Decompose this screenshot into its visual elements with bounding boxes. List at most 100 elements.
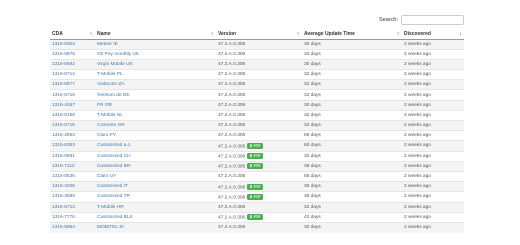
name-link[interactable]: O2 Pay monthly UK	[97, 52, 139, 57]
cda-link[interactable]: 1316-2663	[52, 133, 75, 138]
search-input[interactable]	[401, 15, 464, 25]
version-text: 47.2.A.0.306	[218, 215, 246, 221]
average-update-time-cell: 32 days	[302, 89, 402, 101]
average-update-time-cell: 39 days	[302, 160, 402, 172]
cda-link[interactable]: 1316-6714	[52, 72, 75, 77]
name-link[interactable]: Claro UY	[97, 174, 116, 179]
version-cell: 47.2.A.0.306	[216, 221, 302, 233]
table-row: 1316-5964 MOBITEL SI 47.2.A.0.306 30 days 2 …	[50, 221, 464, 233]
column-header-discovered[interactable]: Discovered ⇂	[402, 30, 464, 40]
cda-cell: 1316-6878	[50, 48, 95, 60]
average-update-time-cell: 30 days	[302, 58, 402, 70]
ftf-download-button[interactable]: ⬇ FTF	[247, 153, 263, 160]
version-text: 47.2.A.0.306	[218, 51, 246, 57]
table-row: 1316-6303 Meteor IE 47.2.A.0.306 30 days 2 w…	[50, 38, 464, 50]
column-header-label: Discovered	[404, 31, 431, 38]
name-link[interactable]: Telekom.de DE	[97, 93, 130, 98]
name-link[interactable]: Customized TR	[97, 194, 130, 199]
cda-link[interactable]: 1316-6692	[52, 62, 75, 67]
cda-cell: 1316-5881	[50, 150, 95, 162]
cda-cell: 1316-6877	[50, 79, 95, 90]
version-cell: 47.2.A.0.306	[216, 99, 302, 111]
download-icon: ⬇	[249, 193, 253, 199]
name-link[interactable]: Customized a.c.	[97, 143, 131, 148]
ftf-download-button[interactable]: ⬇ FTF	[247, 183, 263, 190]
cda-link[interactable]: 1316-6877	[52, 82, 75, 87]
sort-icon: ⇅	[296, 31, 300, 36]
cda-link[interactable]: 1316-5881	[52, 154, 75, 159]
column-header-label: CDA	[52, 31, 63, 38]
average-update-time-cell: 30 days	[302, 221, 402, 233]
cda-link[interactable]: 1316-6878	[52, 52, 75, 57]
name-link[interactable]: Cosmote GR	[97, 123, 125, 128]
version-text: 47.2.A.0.306	[218, 61, 246, 67]
cda-link[interactable]: 1316-3689	[52, 194, 75, 199]
name-link[interactable]: FR OR	[97, 103, 112, 108]
name-link[interactable]: Customized IT	[97, 184, 128, 189]
discovered-cell: 2 weeks ago	[402, 191, 464, 202]
cda-cell: 1316-3689	[50, 191, 95, 202]
cda-link[interactable]: 1316-5964	[52, 225, 75, 230]
average-update-time-cell: 33 days	[302, 48, 402, 60]
name-link[interactable]: Customized BR	[97, 164, 130, 169]
name-cell: Cosmote GR	[95, 119, 216, 131]
cda-link[interactable]: 1316-7776	[52, 215, 75, 220]
name-link[interactable]: T-Mobile NL	[97, 113, 123, 118]
average-update-time-cell: 32 days	[302, 69, 402, 80]
name-cell: Customized TR	[95, 191, 216, 202]
sort-icon: ⇅	[210, 31, 214, 36]
cda-cell: 1315-0536	[50, 170, 95, 182]
cda-link[interactable]: 1315-0536	[52, 174, 75, 179]
column-header-cda[interactable]: CDA ⇅	[50, 30, 95, 40]
download-icon: ⬇	[249, 153, 253, 159]
cda-cell: 1316-4267	[50, 99, 95, 111]
name-link[interactable]: Customized CH	[97, 154, 131, 159]
cda-cell: 1316-7112	[50, 160, 95, 172]
ftf-download-button[interactable]: ⬇ FTF	[247, 163, 263, 170]
column-header-name[interactable]: Name ⇅	[95, 30, 216, 40]
version-cell: 47.2.A.0.306	[216, 119, 302, 131]
ftf-download-button[interactable]: ⬇ FTF	[247, 193, 263, 200]
ftf-badge-label: FTF	[253, 184, 261, 189]
ftf-download-button[interactable]: ⬇ FTF	[247, 214, 263, 221]
version-text: 47.2.A.0.306	[218, 41, 246, 47]
cda-link[interactable]: 1316-6715	[52, 123, 75, 128]
cda-link[interactable]: 1316-6713	[52, 205, 75, 210]
sort-icon: ⇅	[396, 31, 400, 36]
name-cell: Claro PY	[95, 130, 216, 141]
version-text: 47.2.A.0.306	[218, 174, 246, 180]
name-link[interactable]: Vodacom ZA	[97, 82, 124, 87]
name-link[interactable]: Virgin Mobile UK	[97, 62, 133, 67]
table-row: 1316-6692 Virgin Mobile UK 47.2.A.0.306 30 …	[50, 58, 464, 70]
cda-link[interactable]: 1316-6363	[52, 143, 75, 148]
version-cell: 47.2.A.0.306	[216, 170, 302, 182]
average-update-time-cell: 55 days	[302, 170, 402, 182]
name-link[interactable]: Customized BLX	[97, 215, 133, 220]
name-link[interactable]: Meteor IE	[97, 42, 118, 47]
name-link[interactable]: T-Mobile HR	[97, 205, 124, 210]
cda-link[interactable]: 1316-6303	[52, 42, 75, 47]
cda-link[interactable]: 1316-4206	[52, 184, 75, 189]
average-update-time-cell: 30 days	[302, 99, 402, 111]
average-update-time-cell: 32 days	[302, 119, 402, 131]
version-cell: 47.2.A.0.306	[216, 58, 302, 70]
column-header-label: Average Update Time	[304, 31, 355, 38]
cda-link[interactable]: 1316-4267	[52, 103, 75, 108]
cda-link[interactable]: 1316-7112	[52, 164, 75, 169]
column-header-average-update-time[interactable]: Average Update Time ⇅	[302, 30, 402, 40]
version-cell: 47.2.A.0.306 ⬇ FTF	[216, 150, 302, 162]
table-header-row: CDA ⇅ Name ⇅ Version ⇅ Average Update Time ⇅…	[50, 30, 464, 40]
version-text: 47.2.A.0.306	[218, 102, 246, 108]
cda-link[interactable]: 1316-6158	[52, 113, 75, 118]
discovered-cell: 2 weeks ago	[402, 150, 464, 162]
name-link[interactable]: MOBITEL SI	[97, 225, 124, 230]
name-link[interactable]: T-Mobile PL	[97, 72, 123, 77]
name-link[interactable]: Claro PY	[97, 133, 116, 138]
download-icon: ⬇	[249, 163, 253, 169]
table-row: 1316-3689 Customized TR 47.2.A.0.306 ⬇ FTF 39…	[50, 191, 464, 202]
ftf-download-button[interactable]: ⬇ FTF	[247, 142, 263, 149]
cda-link[interactable]: 1316-6716	[52, 93, 75, 98]
search-label: Search:	[379, 17, 398, 23]
column-header-version[interactable]: Version ⇅	[216, 30, 302, 40]
column-header-label: Name	[97, 31, 111, 38]
